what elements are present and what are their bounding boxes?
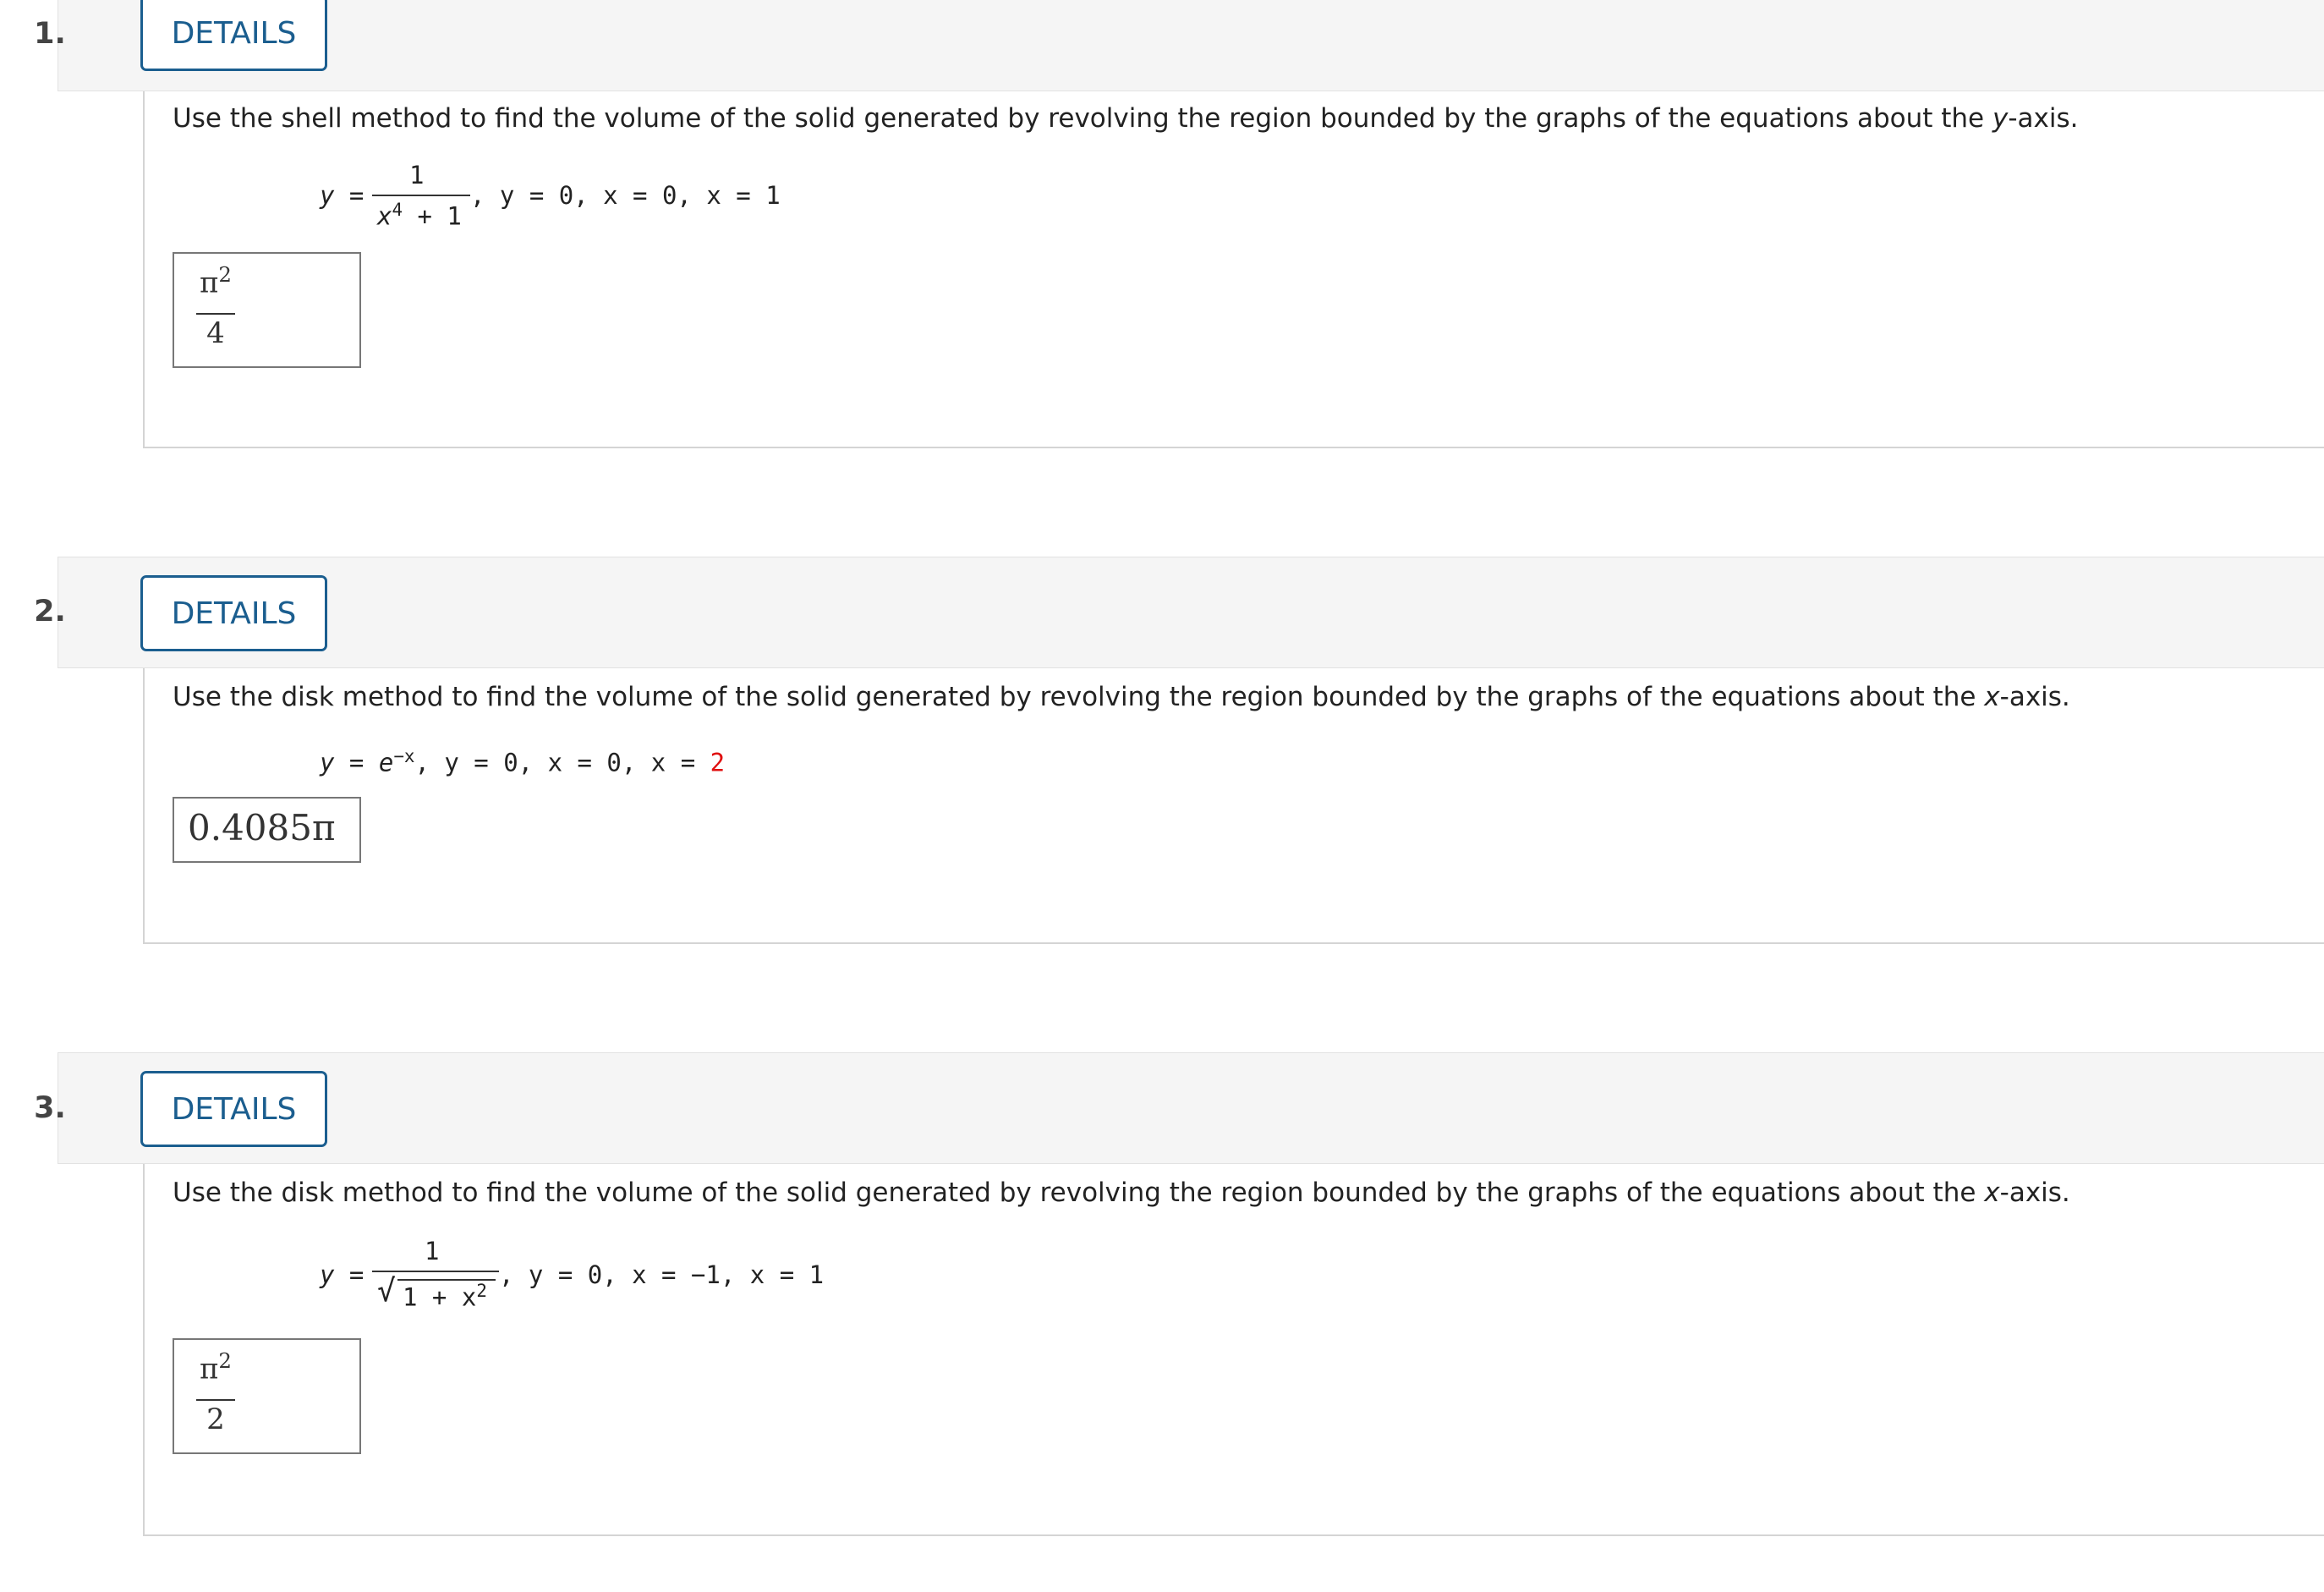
equation-rest: , y = 0, x = 0, x = 1 <box>470 181 781 210</box>
details-button[interactable]: DETAILS <box>140 575 327 651</box>
highlighted-value: 2 <box>710 748 726 777</box>
question-header <box>58 557 2324 668</box>
question-number: 1. <box>34 17 66 51</box>
answer-bar <box>196 1399 235 1401</box>
answer-value: 0.4085π <box>188 807 336 848</box>
fraction-numerator: 1 <box>425 1237 440 1265</box>
equation-exponent: −x <box>393 746 415 766</box>
question-header <box>58 1052 2324 1164</box>
question-prompt: Use the disk method to find the volume o… <box>173 682 2070 712</box>
details-button[interactable]: DETAILS <box>140 0 327 71</box>
equation-lhs: y = <box>320 1260 364 1289</box>
question-card <box>143 91 2324 448</box>
fraction-numerator: 1 <box>409 161 425 189</box>
radicand: 1 + x2 <box>403 1281 487 1312</box>
radical-icon: √ <box>377 1274 396 1309</box>
answer-bar <box>196 313 235 315</box>
answer-box: 0.4085π <box>173 797 361 863</box>
question-prompt: Use the disk method to find the volume o… <box>173 1178 2070 1208</box>
answer-fraction: π2 2 <box>196 1348 235 1441</box>
fraction-bar <box>372 195 470 196</box>
answer-denominator: 4 <box>206 316 225 350</box>
fraction: 1 x4 + 1 <box>372 161 470 232</box>
equation-rest: , y = 0, x = −1, x = 1 <box>499 1260 825 1289</box>
question-card <box>143 1164 2324 1536</box>
question-header <box>58 0 2324 91</box>
fraction-denominator: x4 + 1 <box>377 200 462 231</box>
details-button[interactable]: DETAILS <box>140 1071 327 1147</box>
equation-lhs: y = <box>320 181 364 210</box>
fraction-bar <box>372 1271 499 1272</box>
question-number: 2. <box>34 595 66 629</box>
equation-rest: , y = 0, x = 0, x = <box>414 748 710 777</box>
question-number: 3. <box>34 1091 66 1125</box>
answer-denominator: 2 <box>206 1403 225 1436</box>
answer-fraction: π2 4 <box>196 262 235 355</box>
answer-box: π2 2 <box>173 1338 361 1454</box>
question-prompt: Use the shell method to find the volume … <box>173 103 2079 134</box>
answer-box: π2 4 <box>173 252 361 368</box>
answer-numerator: π2 <box>200 1348 232 1386</box>
equation-lhs: y = e−x, y = 0, x = 0, x = 2 <box>320 746 726 777</box>
answer-numerator: π2 <box>200 262 232 300</box>
fraction: 1 √ 1 + x2 <box>372 1237 499 1315</box>
